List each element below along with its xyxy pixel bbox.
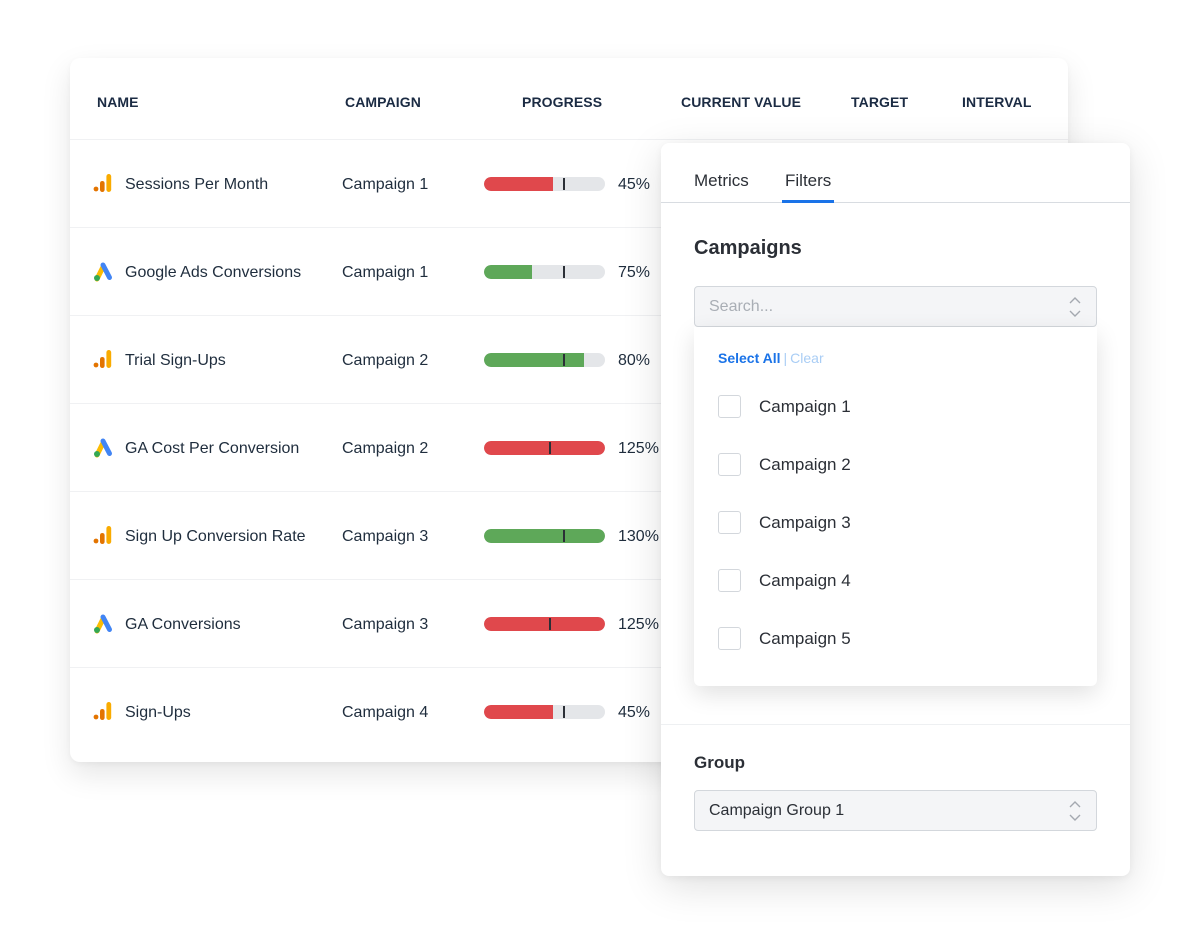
actions-separator: |	[783, 350, 788, 366]
progress-bar	[484, 529, 605, 543]
select-all-link[interactable]: Select All	[718, 350, 781, 366]
metric-campaign: Campaign 2	[342, 440, 429, 457]
progress-bar-fill	[484, 441, 605, 455]
group-heading: Group	[694, 753, 745, 772]
checkbox[interactable]	[718, 569, 741, 592]
campaign-option[interactable]: Campaign 1	[718, 395, 1078, 419]
progress-bar	[484, 177, 605, 191]
campaign-option[interactable]: Campaign 5	[718, 627, 1078, 651]
metric-name[interactable]: GA Cost Per Conversion	[125, 440, 299, 458]
metric-name[interactable]: Trial Sign-Ups	[125, 352, 226, 370]
progress-bar-fill	[484, 617, 605, 631]
progress-bar	[484, 617, 605, 631]
metric-name[interactable]: Sign Up Conversion Rate	[125, 528, 306, 546]
column-header-name[interactable]: NAME	[97, 94, 139, 110]
chevron-up-down-icon	[1069, 801, 1081, 821]
campaign-option[interactable]: Campaign 4	[718, 569, 1078, 593]
checkbox[interactable]	[718, 453, 741, 476]
google-analytics-icon	[92, 524, 114, 546]
chevron-up-down-icon	[1069, 297, 1081, 317]
clear-link[interactable]: Clear	[790, 350, 823, 366]
progress-bar	[484, 265, 605, 279]
progress-percent: 130%	[618, 528, 659, 545]
dropdown-actions: Select All | Clear	[718, 350, 824, 366]
progress-percent: 75%	[618, 264, 651, 281]
metric-campaign: Campaign 3	[342, 528, 429, 545]
google-ads-icon	[92, 436, 114, 458]
checkbox[interactable]	[718, 511, 741, 534]
column-header-campaign[interactable]: CAMPAIGN	[345, 94, 421, 110]
group-select-value: Campaign Group 1	[709, 802, 845, 819]
tab-metrics[interactable]: Metrics	[694, 171, 749, 191]
column-header-current-value[interactable]: CURRENT VALUE	[681, 94, 801, 110]
progress-target-marker	[549, 442, 552, 454]
campaign-option-label: Campaign 2	[759, 455, 851, 474]
progress-bar-fill	[484, 177, 553, 191]
progress-percent: 45%	[618, 176, 651, 193]
campaign-option-label: Campaign 1	[759, 397, 851, 416]
metric-name[interactable]: Sessions Per Month	[125, 176, 268, 194]
metric-name[interactable]: Google Ads Conversions	[125, 264, 301, 282]
google-analytics-icon	[92, 172, 114, 194]
progress-bar	[484, 441, 605, 455]
metric-name[interactable]: GA Conversions	[125, 616, 241, 634]
column-header-target[interactable]: TARGET	[851, 94, 908, 110]
progress-bar	[484, 705, 605, 719]
campaign-option-label: Campaign 3	[759, 513, 851, 532]
column-header-interval[interactable]: INTERVAL	[962, 94, 1032, 110]
progress-target-marker	[549, 618, 552, 630]
campaign-search-input[interactable]	[709, 298, 1039, 316]
metric-campaign: Campaign 1	[342, 264, 429, 281]
metric-campaign: Campaign 4	[342, 704, 429, 721]
filter-panel: Metrics Filters Campaigns Select All|Cle…	[661, 143, 1130, 876]
campaign-dropdown: Select All | Clear Campaign 1 Campaign 2 C…	[694, 327, 1097, 686]
campaign-option-label: Campaign 4	[759, 571, 851, 590]
progress-target-marker	[562, 354, 565, 366]
progress-target-marker	[562, 530, 565, 542]
panel-tabs: Metrics Filters	[661, 143, 1130, 203]
metric-campaign: Campaign 1	[342, 176, 429, 193]
metric-name[interactable]: Sign-Ups	[125, 704, 191, 722]
column-header-progress[interactable]: PROGRESS	[522, 94, 602, 110]
google-analytics-icon	[92, 700, 114, 722]
checkbox[interactable]	[718, 395, 741, 418]
google-ads-icon	[92, 612, 114, 634]
metric-campaign: Campaign 3	[342, 616, 429, 633]
google-ads-icon	[92, 260, 114, 282]
progress-bar-fill	[484, 265, 533, 279]
campaign-search-field[interactable]	[694, 286, 1097, 327]
campaign-option-label: Campaign 5	[759, 629, 851, 648]
progress-target-marker	[562, 178, 565, 190]
metric-campaign: Campaign 2	[342, 352, 429, 369]
progress-percent: 45%	[618, 704, 651, 721]
progress-percent: 125%	[618, 440, 659, 457]
progress-target-marker	[562, 266, 565, 278]
progress-target-marker	[562, 706, 565, 718]
progress-bar-fill	[484, 353, 585, 367]
progress-bar-fill	[484, 529, 605, 543]
section-divider	[661, 724, 1130, 725]
checkbox[interactable]	[718, 627, 741, 650]
google-analytics-icon	[92, 348, 114, 370]
campaign-option[interactable]: Campaign 2	[718, 453, 1078, 477]
campaigns-heading: Campaigns	[694, 237, 802, 259]
tab-filters[interactable]: Filters	[781, 171, 835, 203]
progress-percent: 80%	[618, 352, 651, 369]
progress-bar	[484, 353, 605, 367]
progress-percent: 125%	[618, 616, 659, 633]
campaign-option[interactable]: Campaign 3	[718, 511, 1078, 535]
progress-bar-fill	[484, 705, 553, 719]
group-select[interactable]: Campaign Group 1	[694, 790, 1097, 831]
